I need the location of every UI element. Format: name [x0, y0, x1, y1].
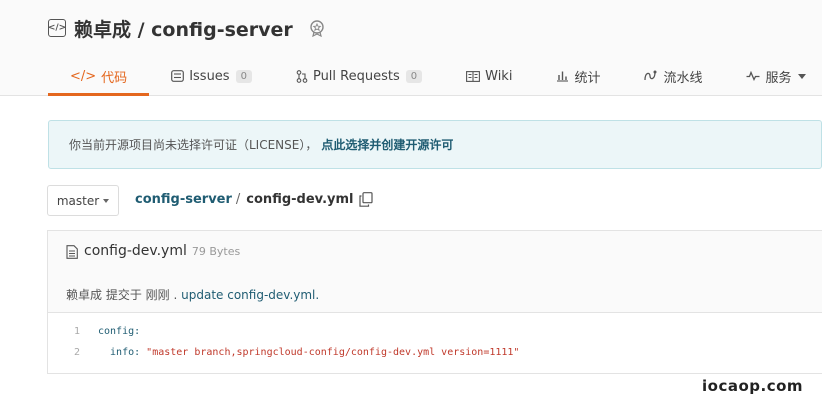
tab-label: 服务	[765, 70, 792, 86]
repo-header: </> 赖卓成 / config-server </> 代码 Issues 0 …	[0, 0, 822, 96]
commit-action: 提交于	[102, 288, 146, 302]
code-line: 2 info: "master branch,springcloud-confi…	[48, 342, 822, 363]
tab-wiki[interactable]: Wiki	[444, 56, 534, 96]
recommend-badge-icon[interactable]	[307, 18, 327, 38]
service-icon	[746, 71, 760, 81]
repo-code-icon: </>	[48, 19, 66, 37]
line-content: info: "master branch,springcloud-config/…	[84, 347, 519, 358]
file-viewer: config-dev.yml 79 Bytes 赖卓成 提交于 刚刚 . upd…	[47, 230, 822, 374]
copy-icon[interactable]	[359, 192, 374, 207]
branch-label: master	[56, 193, 100, 208]
tab-label: Wiki	[485, 68, 513, 84]
yaml-key: info:	[98, 347, 147, 358]
chevron-down-icon	[797, 73, 806, 79]
commit-time: 刚刚	[145, 288, 170, 302]
tab-label: 统计	[574, 70, 601, 86]
tab-pull-requests[interactable]: Pull Requests 0	[274, 56, 444, 96]
pull-requests-count-badge: 0	[405, 69, 423, 83]
repo-name[interactable]: 赖卓成 / config-server	[74, 15, 293, 42]
repo-tabs: </> 代码 Issues 0 Pull Requests 0 Wiki 统计 …	[48, 56, 822, 96]
breadcrumb-repo-link[interactable]: config-server	[135, 192, 232, 207]
tab-issues[interactable]: Issues 0	[149, 56, 274, 96]
file-header: config-dev.yml 79 Bytes 赖卓成 提交于 刚刚 . upd…	[48, 231, 822, 313]
issues-icon	[171, 70, 185, 82]
chevron-down-icon	[103, 199, 110, 203]
line-content: config:	[84, 326, 140, 337]
file-title: config-dev.yml 79 Bytes	[66, 243, 240, 259]
branch-selector[interactable]: master	[47, 185, 119, 216]
tab-label: Issues	[189, 68, 230, 84]
pipeline-icon	[644, 70, 658, 82]
tab-service[interactable]: 服务	[724, 56, 822, 96]
tab-label: 流水线	[663, 70, 703, 86]
create-license-link[interactable]: 点此选择并创建开源许可	[321, 136, 453, 153]
tab-label: Pull Requests	[312, 68, 400, 84]
license-notice: 你当前开源项目尚未选择许可证（LICENSE）， 点此选择并创建开源许可	[48, 120, 822, 169]
breadcrumb-file: config-dev.yml	[246, 192, 354, 207]
watermark: iocaop.com	[702, 377, 804, 395]
commit-message-link[interactable]: update config-dev.yml.	[181, 288, 319, 302]
tab-stats[interactable]: 统计	[534, 56, 622, 96]
commit-dot: .	[169, 288, 182, 302]
code-icon: </>	[70, 68, 97, 84]
tab-pipeline[interactable]: 流水线	[622, 56, 724, 96]
file-icon	[66, 244, 78, 259]
breadcrumb: config-server / config-dev.yml	[135, 192, 374, 207]
code-line: 1 config:	[48, 321, 822, 342]
license-notice-text: 你当前开源项目尚未选择许可证（LICENSE），	[69, 138, 318, 152]
wiki-icon	[466, 70, 481, 82]
tab-label: 代码	[101, 70, 128, 86]
file-size: 79 Bytes	[191, 244, 241, 258]
issues-count-badge: 0	[235, 69, 252, 83]
commit-author[interactable]: 赖卓成	[66, 288, 102, 302]
repo-title: </> 赖卓成 / config-server	[48, 14, 327, 42]
line-number[interactable]: 1	[48, 326, 84, 337]
tab-code[interactable]: </> 代码	[48, 56, 150, 96]
pull-request-icon	[296, 69, 308, 83]
yaml-value: "master branch,springcloud-config/config…	[146, 347, 520, 358]
breadcrumb-separator: /	[235, 192, 241, 207]
code-view: 1 config: 2 info: "master branch,springc…	[48, 321, 822, 363]
file-name: config-dev.yml	[84, 243, 187, 259]
yaml-key: config:	[98, 326, 141, 337]
last-commit: 赖卓成 提交于 刚刚 . update config-dev.yml.	[66, 286, 319, 303]
line-number[interactable]: 2	[48, 347, 84, 358]
stats-icon	[556, 70, 569, 82]
